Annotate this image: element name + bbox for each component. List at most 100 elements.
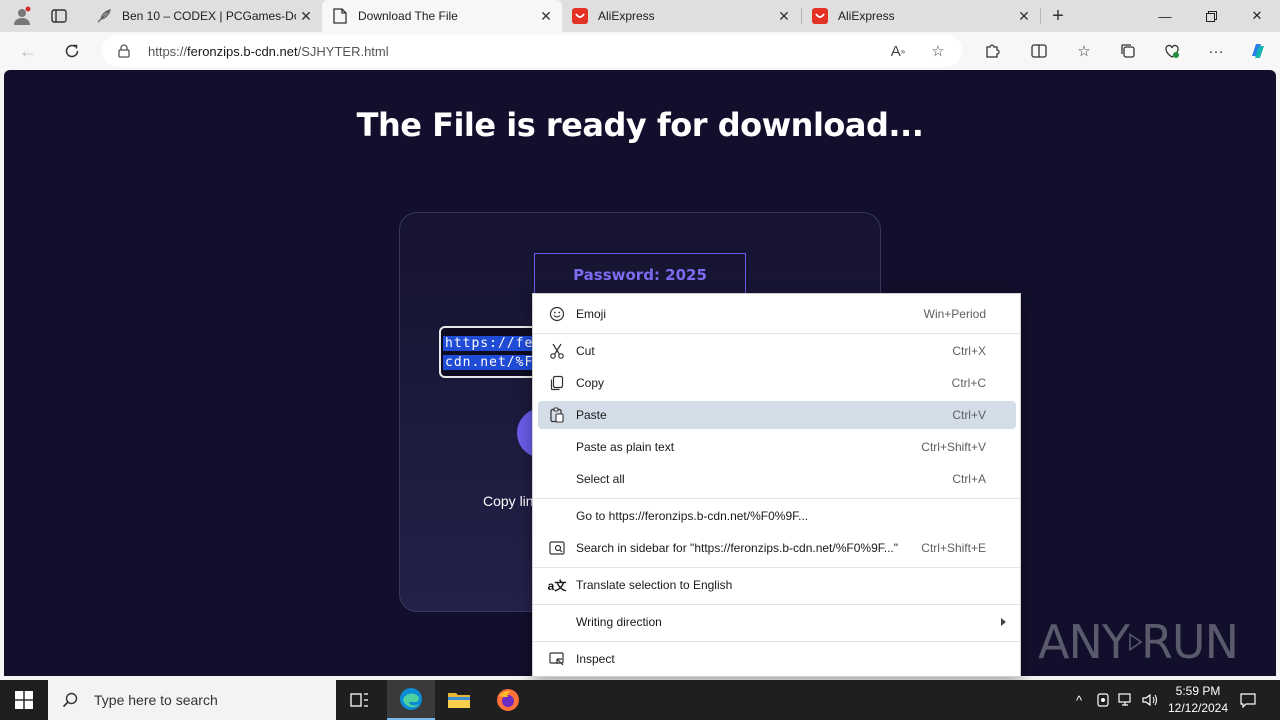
ctx-label: Writing direction: [576, 615, 662, 629]
ctx-label: Go to https://feronzips.b-cdn.net/%F0%9F…: [576, 509, 809, 523]
feather-icon: [96, 8, 112, 24]
minimize-button[interactable]: —: [1142, 0, 1188, 32]
browser-essentials-icon[interactable]: [1158, 37, 1186, 65]
firefox-icon[interactable]: [484, 680, 532, 720]
favorites-icon[interactable]: ☆: [1070, 37, 1098, 65]
more-options-icon[interactable]: ···: [1202, 37, 1230, 65]
ctx-label: Paste as plain text: [576, 440, 675, 454]
ctx-search-sidebar[interactable]: Search in sidebar for "https://feronzips…: [538, 534, 1016, 562]
ctx-label: Copy: [576, 376, 605, 390]
close-tab-icon[interactable]: ✕: [774, 6, 794, 26]
task-view-icon[interactable]: [336, 680, 384, 720]
ctx-writing-direction[interactable]: Writing direction: [538, 608, 1016, 636]
collections-icon[interactable]: [1114, 37, 1142, 65]
windows-start-icon[interactable]: [0, 680, 48, 720]
tab-title: AliExpress: [838, 9, 895, 23]
ctx-label: Search in sidebar for "https://feronzips…: [576, 541, 899, 555]
inspect-icon: [544, 651, 570, 667]
ctx-label: Select all: [576, 472, 625, 486]
password-box: Password: 2025: [534, 253, 746, 297]
tab-download[interactable]: Download The File ✕: [322, 0, 562, 32]
restore-button[interactable]: [1188, 0, 1234, 32]
watermark-text-left: ANY: [1038, 615, 1130, 669]
copy-icon: [544, 375, 570, 391]
context-menu: Emoji Win+Period Cut Ctrl+X Copy Ctrl+C …: [532, 293, 1021, 677]
copy-link-label: Copy lin: [483, 493, 534, 509]
scissors-icon: [544, 343, 570, 359]
ctx-label: Paste: [576, 408, 607, 422]
aliexpress-icon: [812, 8, 828, 24]
tab-aliexpress-2[interactable]: AliExpress ✕: [802, 0, 1040, 32]
ctx-separator: [533, 641, 1020, 642]
ctx-shortcut: Ctrl+A: [952, 472, 986, 486]
ctx-paste-plain[interactable]: Paste as plain text Ctrl+Shift+V: [538, 433, 1016, 461]
profile-icon[interactable]: [8, 4, 36, 28]
ctx-copy[interactable]: Copy Ctrl+C: [538, 369, 1016, 397]
read-aloud-icon[interactable]: A»: [884, 37, 912, 65]
ctx-translate[interactable]: a文 Translate selection to English: [538, 571, 1016, 599]
favorite-star-icon[interactable]: ☆: [924, 37, 952, 65]
sidebar-search-icon: [544, 540, 570, 556]
volume-icon[interactable]: [1140, 680, 1160, 720]
split-screen-icon[interactable]: [1025, 37, 1053, 65]
tray-device-icon[interactable]: [1094, 680, 1112, 720]
clock-time: 5:59 PM: [1175, 684, 1221, 698]
notifications-icon[interactable]: [1236, 680, 1260, 720]
tab-ben10[interactable]: Ben 10 – CODEX | PCGames-Dow ✕: [86, 0, 322, 32]
ctx-select-all[interactable]: Select all Ctrl+A: [538, 465, 1016, 493]
ctx-separator: [533, 567, 1020, 568]
tab-title: Ben 10 – CODEX | PCGames-Dow: [122, 9, 296, 23]
paste-icon: [544, 407, 570, 423]
tray-chevron-icon[interactable]: ^: [1070, 680, 1088, 720]
ctx-separator: [533, 333, 1020, 334]
tab-title: AliExpress: [598, 9, 655, 23]
network-icon[interactable]: [1117, 680, 1135, 720]
close-window-button[interactable]: ✕: [1234, 0, 1280, 32]
ctx-shortcut: Ctrl+V: [952, 408, 986, 422]
copilot-icon[interactable]: [1244, 37, 1272, 65]
ctx-shortcut: Win+Period: [923, 307, 986, 321]
emoji-icon: [544, 306, 570, 322]
tab-actions-icon[interactable]: [48, 6, 70, 26]
ctx-paste[interactable]: Paste Ctrl+V: [538, 401, 1016, 429]
extensions-icon[interactable]: [978, 37, 1006, 65]
address-bar[interactable]: https://feronzips.b-cdn.net/SJHYTER.html: [102, 35, 962, 67]
ctx-label: Cut: [576, 344, 595, 358]
ctx-go-to-url[interactable]: Go to https://feronzips.b-cdn.net/%F0%9F…: [538, 502, 1016, 530]
selected-link-text-2: cdn.net/%F0: [443, 355, 545, 370]
ctx-separator: [533, 604, 1020, 605]
ctx-shortcut: Ctrl+X: [952, 344, 986, 358]
ctx-inspect[interactable]: Inspect: [538, 645, 1016, 673]
ctx-emoji[interactable]: Emoji Win+Period: [538, 300, 1016, 328]
close-tab-icon[interactable]: ✕: [1014, 6, 1034, 26]
page-icon: [332, 8, 348, 24]
back-arrow-icon[interactable]: ←: [14, 37, 42, 65]
aliexpress-icon: [572, 8, 588, 24]
url-domain: feronzips.b-cdn.net: [187, 43, 298, 59]
system-clock[interactable]: 5:59 PM 12/12/2024: [1160, 683, 1236, 717]
close-tab-icon[interactable]: ✕: [536, 6, 556, 26]
lock-icon[interactable]: [118, 44, 134, 58]
ctx-shortcut: Ctrl+C: [951, 376, 986, 390]
tab-strip: Ben 10 – CODEX | PCGames-Dow ✕ Download …: [0, 0, 1280, 32]
tab-title: Download The File: [358, 9, 458, 23]
translate-icon: a文: [547, 578, 567, 593]
clock-date: 12/12/2024: [1167, 701, 1229, 715]
ctx-cut[interactable]: Cut Ctrl+X: [538, 337, 1016, 365]
search-icon: [62, 692, 82, 708]
new-tab-button[interactable]: +: [1046, 4, 1070, 28]
selected-link-text: https://fer: [443, 336, 545, 351]
tab-aliexpress-1[interactable]: AliExpress ✕: [562, 0, 800, 32]
close-tab-icon[interactable]: ✕: [296, 6, 316, 26]
ctx-label: Emoji: [576, 307, 607, 321]
submenu-arrow-icon: [1001, 618, 1006, 626]
refresh-icon[interactable]: [58, 37, 86, 65]
taskbar-search-box[interactable]: Type here to search: [48, 680, 336, 720]
file-explorer-icon[interactable]: [435, 680, 483, 720]
watermark-text-right: RUN: [1140, 615, 1239, 669]
page-title: The File is ready for download...: [356, 106, 924, 144]
ctx-separator: [533, 498, 1020, 499]
url-path: /SJHYTER.html: [297, 43, 389, 59]
anyrun-watermark: ANY RUN: [1038, 610, 1239, 674]
edge-taskbar-icon[interactable]: [387, 680, 435, 720]
